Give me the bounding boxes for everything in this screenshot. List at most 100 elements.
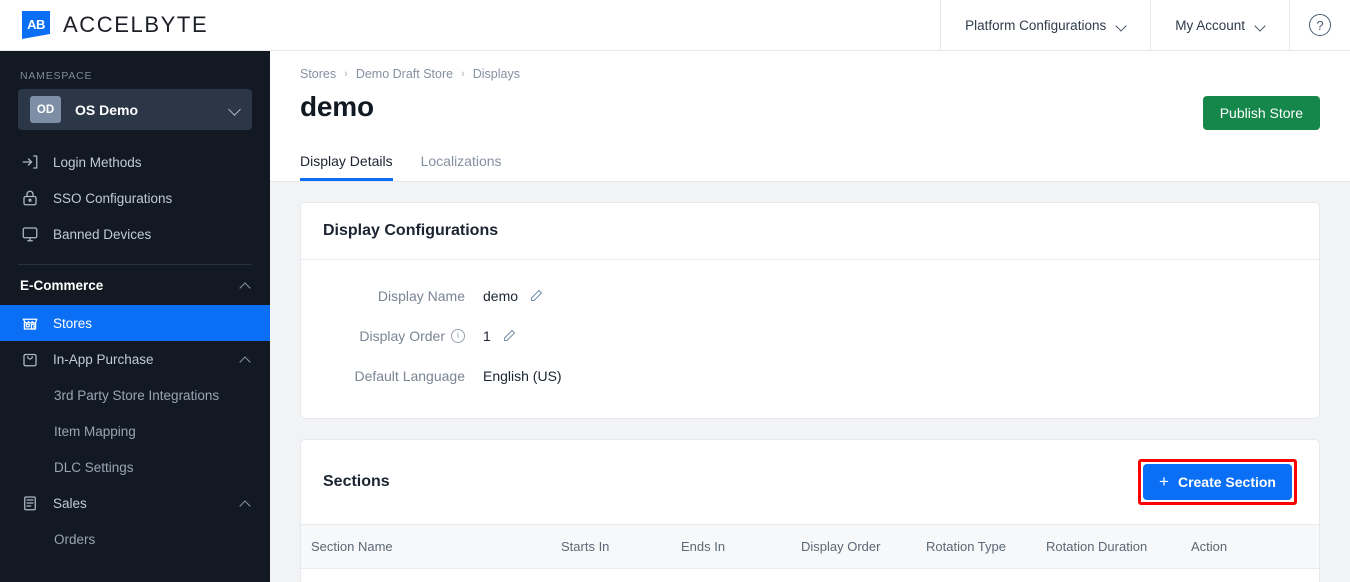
sections-table: Section Name Starts In Ends In Display O… xyxy=(301,524,1319,582)
config-row-default-language: Default Language English (US) xyxy=(301,356,1319,396)
sidebar-item-orders[interactable]: Orders xyxy=(0,521,270,557)
topnav-platform-configurations[interactable]: Platform Configurations xyxy=(940,0,1150,50)
app-root: AB ACCELBYTE Platform Configurations My … xyxy=(0,0,1350,582)
sidebar-item-dlc-settings[interactable]: DLC Settings xyxy=(0,449,270,485)
main-content: Stores › Demo Draft Store › Displays dem… xyxy=(270,51,1350,582)
breadcrumb-separator: › xyxy=(344,68,348,80)
sidebar-item-stores[interactable]: Stores xyxy=(0,305,270,341)
config-value-display-order-text: 1 xyxy=(483,327,491,344)
breadcrumb-separator: › xyxy=(461,68,465,80)
cell-rotation-duration: 1d 0h 0m xyxy=(1036,568,1181,582)
body-row: NAMESPACE OD OS Demo Login Methods SSO C… xyxy=(0,51,1350,582)
breadcrumb-item-stores[interactable]: Stores xyxy=(300,67,336,81)
config-label-display-name: Display Name xyxy=(301,288,483,304)
sidebar-item-in-app-purchase-label: In-App Purchase xyxy=(53,351,154,367)
chevron-up-icon xyxy=(241,499,250,508)
breadcrumb-item-demo-draft-store[interactable]: Demo Draft Store xyxy=(356,67,453,81)
chevron-up-icon xyxy=(241,355,250,364)
cell-ends-in: - xyxy=(671,568,791,582)
sidebar-group-ecommerce-label: E-Commerce xyxy=(20,277,104,293)
column-rotation-type: Rotation Type xyxy=(916,524,1036,569)
content-area: Display Configurations Display Name demo xyxy=(270,181,1350,582)
create-section-button-label: Create Section xyxy=(1177,473,1276,490)
sidebar-item-3rd-party-store-integrations-label: 3rd Party Store Integrations xyxy=(54,387,220,403)
sidebar-item-banned-devices[interactable]: Banned Devices xyxy=(0,216,270,252)
column-section-name: Section Name xyxy=(301,524,551,569)
bag-icon xyxy=(20,350,39,369)
display-configurations-card: Display Configurations Display Name demo xyxy=(300,201,1320,419)
topnav-my-account[interactable]: My Account xyxy=(1150,0,1289,50)
table-header-row: Section Name Starts In Ends In Display O… xyxy=(301,524,1319,569)
config-value-display-name-text: demo xyxy=(483,287,519,304)
breadcrumb-item-displays[interactable]: Displays xyxy=(473,67,520,81)
brand-name: ACCELBYTE xyxy=(63,12,209,37)
page-title: demo xyxy=(300,91,374,122)
sidebar-item-stores-label: Stores xyxy=(53,315,93,331)
sidebar-nav: Login Methods SSO Configurations Banned … xyxy=(0,144,270,252)
chevron-down-icon xyxy=(1256,21,1265,30)
namespace-label: NAMESPACE xyxy=(20,70,93,82)
chevron-down-icon xyxy=(230,105,240,115)
table-row: EXPIRED section C - - 1 Fixed 1d 0h 0m V… xyxy=(301,568,1319,582)
display-configurations-title: Display Configurations xyxy=(323,221,499,239)
sidebar-item-dlc-settings-label: DLC Settings xyxy=(54,459,134,475)
display-configurations-header: Display Configurations xyxy=(301,203,1319,260)
edit-display-order-icon[interactable] xyxy=(502,328,517,343)
lock-icon xyxy=(20,189,39,208)
edit-display-name-icon[interactable] xyxy=(529,288,544,303)
tab-display-details[interactable]: Display Details xyxy=(300,153,407,181)
config-value-display-name: demo xyxy=(483,288,544,304)
sidebar-item-sales-label: Sales xyxy=(53,495,87,511)
column-rotation-duration: Rotation Duration xyxy=(1036,524,1181,569)
sidebar-item-item-mapping[interactable]: Item Mapping xyxy=(0,413,270,449)
sidebar-group-ecommerce[interactable]: E-Commerce xyxy=(0,265,270,305)
tab-display-details-label: Display Details xyxy=(300,153,393,169)
monitor-icon xyxy=(20,225,39,244)
sidebar-item-login-methods-label: Login Methods xyxy=(53,154,142,170)
config-value-default-language-text: English (US) xyxy=(483,367,562,384)
tab-localizations[interactable]: Localizations xyxy=(407,153,516,181)
column-display-order: Display Order xyxy=(791,524,916,569)
cell-display-order: 1 xyxy=(791,568,916,582)
plus-icon: + xyxy=(1159,472,1169,492)
sections-table-body: EXPIRED section C - - 1 Fixed 1d 0h 0m V… xyxy=(301,568,1319,582)
store-icon xyxy=(20,314,39,333)
cell-action: View Delete xyxy=(1181,568,1319,582)
accelbyte-logo-icon: AB xyxy=(22,11,50,39)
config-value-display-order: 1 xyxy=(483,328,517,344)
sidebar-item-sso-configurations-label: SSO Configurations xyxy=(53,190,173,206)
column-ends-in: Ends In xyxy=(671,524,791,569)
publish-store-button[interactable]: Publish Store xyxy=(1202,96,1320,130)
namespace-selector[interactable]: OD OS Demo xyxy=(18,89,252,130)
config-label-display-order: Display Order i xyxy=(301,328,483,344)
topnav-platform-configurations-label: Platform Configurations xyxy=(965,17,1107,33)
cell-section-name: EXPIRED section C xyxy=(301,568,551,582)
main-header: Stores › Demo Draft Store › Displays dem… xyxy=(270,51,1350,181)
sidebar-item-orders-label: Orders xyxy=(54,531,96,547)
sections-card: Sections + Create Section Section Name S… xyxy=(300,438,1320,582)
brand-logo[interactable]: AB ACCELBYTE xyxy=(0,0,208,50)
sidebar-item-in-app-purchase[interactable]: In-App Purchase xyxy=(0,341,270,377)
namespace-name: OS Demo xyxy=(75,101,139,118)
create-section-button[interactable]: + Create Section xyxy=(1143,463,1292,500)
sidebar-item-sales[interactable]: Sales xyxy=(0,485,270,521)
column-starts-in: Starts In xyxy=(551,524,671,569)
namespace-badge: OD xyxy=(30,96,61,123)
config-label-default-language: Default Language xyxy=(301,368,483,384)
receipt-icon xyxy=(20,494,39,513)
sidebar-item-sso-configurations[interactable]: SSO Configurations xyxy=(0,180,270,216)
sidebar-item-login-methods[interactable]: Login Methods xyxy=(0,144,270,180)
cell-rotation-type: Fixed xyxy=(916,568,1036,582)
sidebar-item-3rd-party-store-integrations[interactable]: 3rd Party Store Integrations xyxy=(0,377,270,413)
title-row: demo Publish Store xyxy=(300,91,1320,130)
config-row-display-order: Display Order i 1 xyxy=(301,316,1319,356)
help-button[interactable]: ? xyxy=(1289,0,1350,50)
sidebar: NAMESPACE OD OS Demo Login Methods SSO C… xyxy=(0,51,270,582)
create-section-highlight: + Create Section xyxy=(1138,458,1297,505)
display-configurations-body: Display Name demo Display Order i 1 Defa… xyxy=(301,260,1319,418)
sections-table-head: Section Name Starts In Ends In Display O… xyxy=(301,524,1319,569)
info-icon[interactable]: i xyxy=(451,328,465,343)
brand-mark-text: AB xyxy=(27,16,45,32)
top-bar: AB ACCELBYTE Platform Configurations My … xyxy=(0,0,1350,51)
